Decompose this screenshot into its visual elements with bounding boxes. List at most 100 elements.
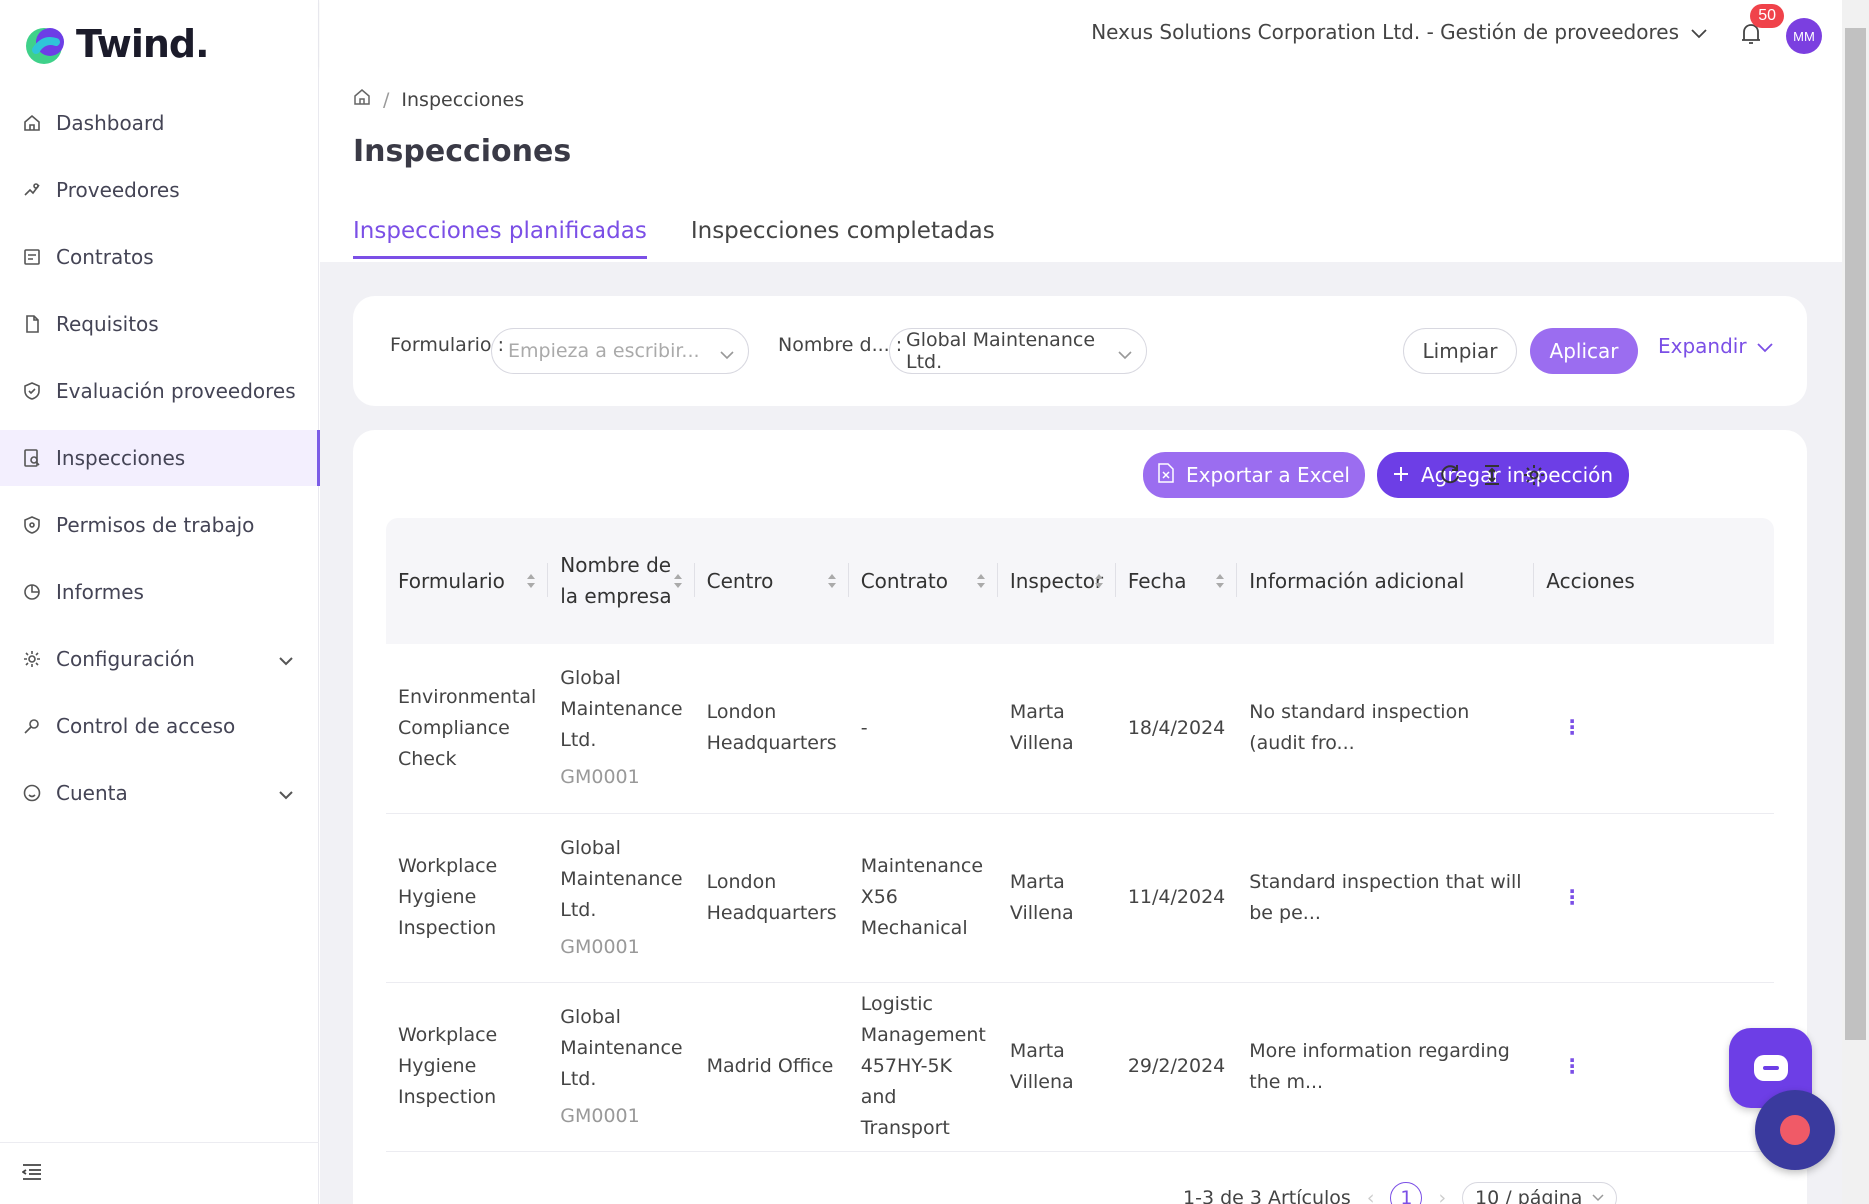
- page-scrollbar[interactable]: [1842, 0, 1869, 1204]
- chevron-down-icon: [1118, 343, 1132, 365]
- org-selector[interactable]: Nexus Solutions Corporation Ltd. - Gesti…: [1091, 20, 1707, 44]
- content-area: Formulario : Empieza a escribir... Nombr…: [320, 262, 1842, 1204]
- sidebar-item-configuracion[interactable]: Configuración: [0, 631, 319, 687]
- cell-inspector: Marta Villena: [997, 813, 1116, 983]
- menu-collapse-icon: [21, 1163, 42, 1185]
- sidebar-item-evaluacion-proveedores[interactable]: Evaluación proveedores: [0, 363, 319, 419]
- column-header-centro[interactable]: Centro: [694, 518, 849, 644]
- filter-card: Formulario : Empieza a escribir... Nombr…: [353, 296, 1807, 406]
- column-header-informacion-adicional: Información adicional: [1237, 518, 1535, 644]
- column-header-inspector[interactable]: Inspector: [997, 518, 1116, 644]
- page-title: Inspecciones: [353, 134, 572, 169]
- inspections-table: Formulario Nombre de la empresa Centro C…: [386, 518, 1774, 1152]
- more-actions-icon[interactable]: ⋮: [1546, 885, 1582, 909]
- contract-icon: [22, 247, 42, 267]
- page-size-select[interactable]: 10 / página: [1462, 1182, 1618, 1204]
- company-filter-label: Nombre d... :: [778, 334, 903, 356]
- sort-icon[interactable]: [1094, 573, 1104, 589]
- table-row[interactable]: Environmental Compliance Check Global Ma…: [386, 644, 1774, 814]
- logo-mark-icon: [22, 20, 70, 68]
- sidebar-item-label: Configuración: [56, 647, 195, 671]
- tabs: Inspecciones planificadas Inspecciones c…: [353, 218, 995, 259]
- sidebar-item-dashboard[interactable]: Dashboard: [0, 95, 319, 151]
- cell-form: Workplace Hygiene Inspection: [386, 813, 549, 983]
- cell-company: Global Maintenance Ltd. GM0001: [548, 982, 695, 1152]
- cell-info: No standard inspection (audit fro...: [1237, 644, 1535, 814]
- tab-inspecciones-planificadas[interactable]: Inspecciones planificadas: [353, 218, 647, 259]
- sidebar-item-informes[interactable]: Informes: [0, 564, 319, 620]
- logo-text: Twind.: [76, 22, 210, 66]
- cell-contract: -: [848, 644, 998, 814]
- clear-button[interactable]: Limpiar: [1403, 328, 1517, 374]
- file-icon: [22, 314, 42, 334]
- sidebar-item-label: Evaluación proveedores: [56, 379, 296, 403]
- home-icon: [22, 113, 42, 133]
- sidebar-collapse-button[interactable]: [0, 1142, 319, 1204]
- cell-info: Standard inspection that will be pe...: [1237, 813, 1535, 983]
- export-label: Exportar a Excel: [1186, 463, 1350, 487]
- excel-file-icon: [1158, 462, 1174, 488]
- record-button[interactable]: [1755, 1090, 1835, 1170]
- more-actions-icon[interactable]: ⋮: [1546, 1054, 1582, 1078]
- page-size-value: 10 / página: [1475, 1187, 1583, 1204]
- sidebar-item-permisos-de-trabajo[interactable]: Permisos de trabajo: [0, 497, 319, 553]
- company-filter-select[interactable]: Global Maintenance Ltd.: [889, 328, 1147, 374]
- sidebar-item-inspecciones[interactable]: Inspecciones: [0, 430, 320, 486]
- tab-inspecciones-completadas[interactable]: Inspecciones completadas: [691, 218, 995, 259]
- column-header-label: Formulario: [398, 568, 505, 593]
- expand-filters-button[interactable]: Expandir: [1658, 334, 1773, 358]
- smile-icon: [22, 783, 42, 803]
- sidebar-item-label: Dashboard: [56, 111, 165, 135]
- column-header-label: Inspector: [1009, 568, 1104, 593]
- home-icon[interactable]: [353, 88, 371, 111]
- chevron-right-icon[interactable]: ›: [1438, 1187, 1446, 1204]
- sort-icon[interactable]: [673, 573, 683, 589]
- shield-icon: [22, 515, 42, 535]
- page-number-button[interactable]: 1: [1390, 1182, 1423, 1204]
- more-actions-icon[interactable]: ⋮: [1546, 715, 1582, 739]
- table-card: Exportar a Excel Agregar inspección Form…: [353, 430, 1807, 1204]
- table-row[interactable]: Workplace Hygiene Inspection Global Main…: [386, 982, 1774, 1152]
- column-header-fecha[interactable]: Fecha: [1115, 518, 1238, 644]
- gear-icon: [22, 649, 42, 669]
- chevron-down-icon: [720, 343, 734, 365]
- column-header-label: Fecha: [1127, 568, 1187, 593]
- sidebar-item-cuenta[interactable]: Cuenta: [0, 765, 319, 821]
- sidebar-item-contratos[interactable]: Contratos: [0, 229, 319, 285]
- logo[interactable]: Twind.: [22, 20, 210, 68]
- refresh-icon[interactable]: [1437, 462, 1463, 488]
- cell-company: Global Maintenance Ltd. GM0001: [548, 813, 695, 983]
- chevron-down-icon: [1691, 20, 1707, 44]
- pagination-summary: 1-3 de 3 Artículos: [1183, 1187, 1351, 1204]
- sidebar-item-proveedores[interactable]: Proveedores: [0, 162, 319, 218]
- column-header-label: Contrato: [860, 568, 948, 593]
- column-header-nombre-empresa[interactable]: Nombre de la empresa: [548, 518, 695, 644]
- table-row[interactable]: Workplace Hygiene Inspection Global Main…: [386, 813, 1774, 983]
- settings-gear-icon[interactable]: [1521, 462, 1547, 488]
- form-filter-placeholder: Empieza a escribir...: [508, 340, 700, 362]
- column-header-contrato[interactable]: Contrato: [848, 518, 998, 644]
- company-name: Global Maintenance Ltd.: [560, 1005, 683, 1090]
- scrollbar-thumb[interactable]: [1845, 28, 1866, 1040]
- sidebar-item-label: Inspecciones: [56, 446, 186, 470]
- sort-icon[interactable]: [827, 573, 837, 589]
- sort-icon[interactable]: [976, 573, 986, 589]
- company-code: GM0001: [560, 935, 640, 958]
- sidebar-item-label: Cuenta: [56, 781, 128, 805]
- column-header-formulario[interactable]: Formulario: [386, 518, 549, 644]
- column-header-label: Nombre de la empresa: [560, 553, 672, 608]
- export-excel-button[interactable]: Exportar a Excel: [1143, 452, 1365, 498]
- row-density-icon[interactable]: [1479, 462, 1505, 488]
- chevron-down-icon: [279, 781, 293, 805]
- sidebar-item-requisitos[interactable]: Requisitos: [0, 296, 319, 352]
- column-header-label: Acciones: [1546, 568, 1635, 593]
- avatar[interactable]: MM: [1786, 18, 1822, 54]
- sort-icon[interactable]: [526, 573, 536, 589]
- sidebar-item-control-de-acceso[interactable]: Control de acceso: [0, 698, 319, 754]
- apply-button[interactable]: Aplicar: [1530, 328, 1638, 374]
- sort-icon[interactable]: [1215, 573, 1225, 589]
- cell-date: 18/4/2024: [1115, 644, 1238, 814]
- chevron-left-icon[interactable]: ‹: [1367, 1187, 1375, 1204]
- form-filter-select[interactable]: Empieza a escribir...: [491, 328, 749, 374]
- handshake-icon: [22, 180, 42, 200]
